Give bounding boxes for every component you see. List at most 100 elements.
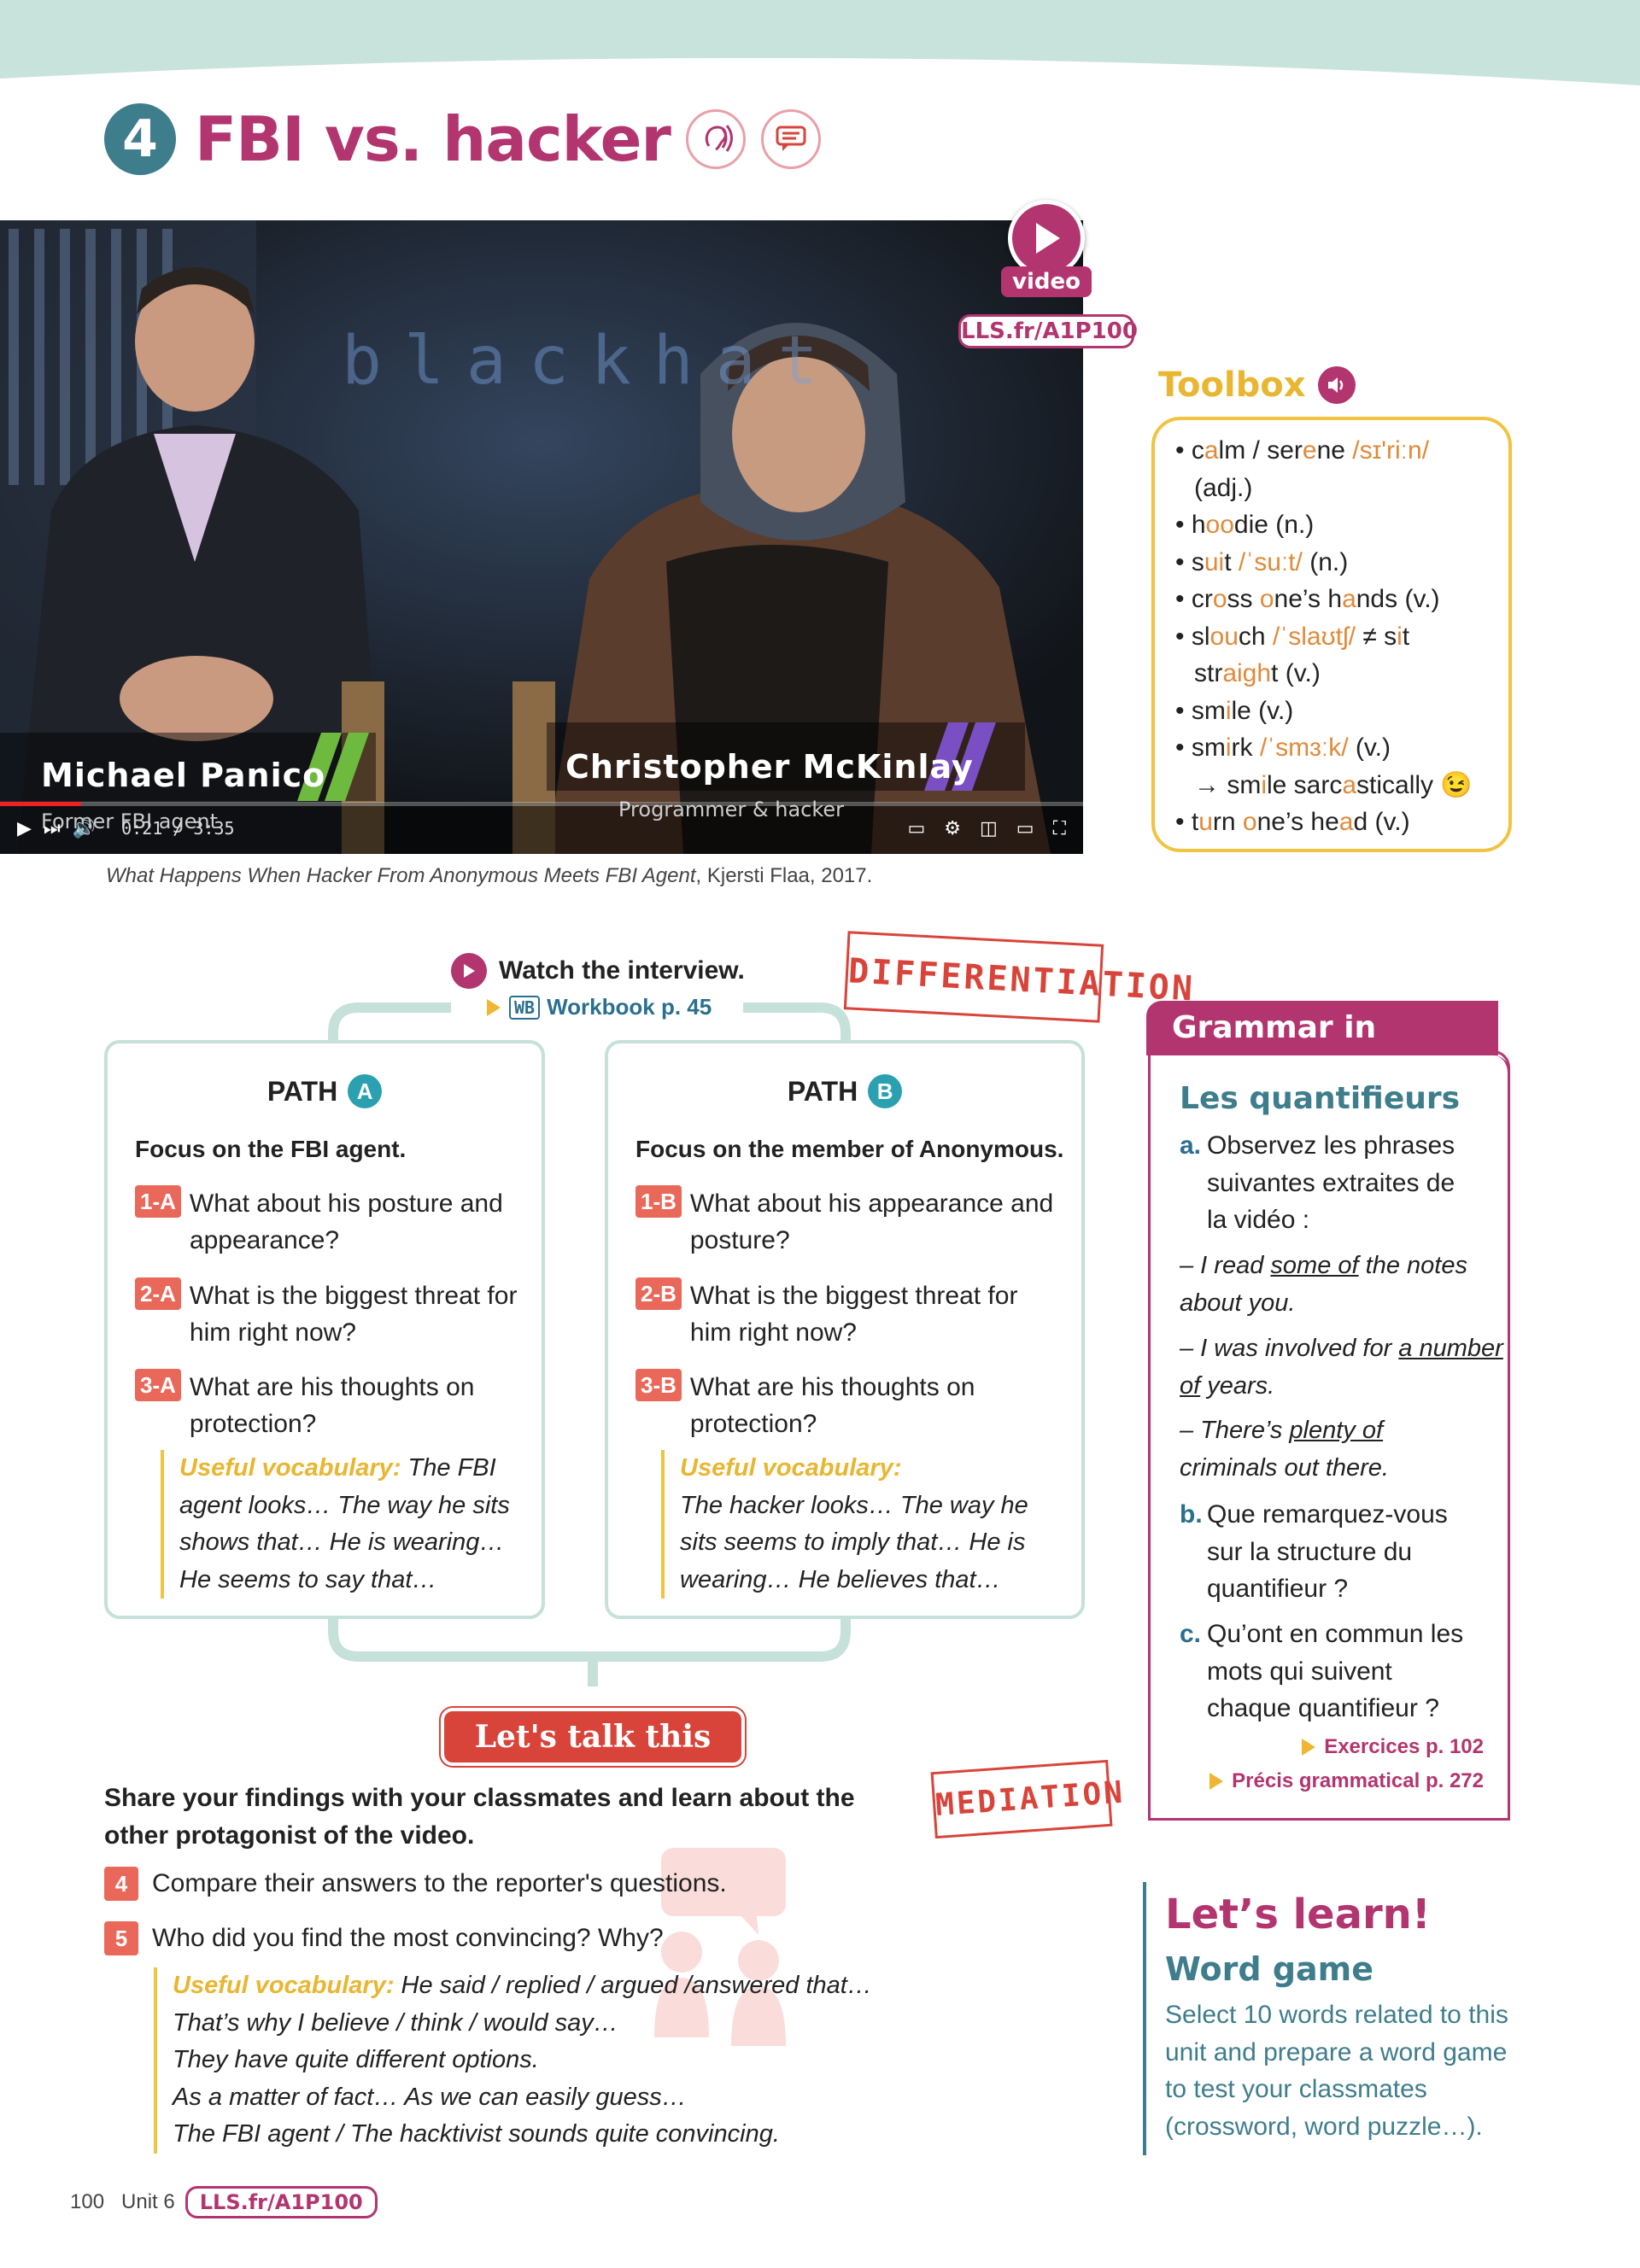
play-pause-icon[interactable]: ▶︎ <box>17 817 32 839</box>
section-header: 4 FBI vs. hacker <box>104 101 821 178</box>
volume-icon[interactable]: 🔊 <box>73 817 96 839</box>
path-a-header: PATH A <box>108 1074 542 1108</box>
grammar-title: Les quantifieurs <box>1180 1081 1461 1116</box>
skip-next-icon[interactable]: ⏭ <box>44 817 61 839</box>
section-number: 4 <box>104 103 176 175</box>
lets-learn-title: Let’s learn! <box>1165 1891 1519 1940</box>
vocab-line: The FBI agent / The hacktivist sounds qu… <box>173 2120 780 2148</box>
path-a-label: PATH <box>266 1075 338 1107</box>
question-text: What about his posture and appearance? <box>189 1190 503 1254</box>
word-game-text: Select 10 words related to this unit and… <box>1165 2001 1508 2141</box>
listening-icon <box>685 109 746 169</box>
item-text: Que remarquez-vous sur la structure du q… <box>1207 1500 1448 1603</box>
lets-talk-banner: Let's talk this out! <box>441 1708 745 1806</box>
toolbox-line: • turn one’s head (v.) <box>1175 808 1410 836</box>
video-controls: ▶︎ ⏭ 🔊 0:21 / 3:35 ▭ ⚙ ◫ ▭ ⛶ <box>0 803 1083 854</box>
example-text: – There’s <box>1180 1417 1290 1444</box>
captions-icon[interactable]: ▭ <box>907 817 925 839</box>
toolbox-line: • slouch /ˈslaʊtʃ/ ≠ sit <box>1175 622 1410 651</box>
unit-label: Unit 6 <box>121 2190 175 2213</box>
fullscreen-icon[interactable]: ⛶ <box>1053 817 1066 839</box>
video-play-badge[interactable]: video <box>1001 200 1092 299</box>
grammar-item-c: c. Qu’ont en commun les mots qui suivent… <box>1180 1616 1470 1727</box>
differentiation-stamp: DIFFERENTIATION <box>843 931 1196 1023</box>
path-b-card: PATH B Focus on the member of Anonymous.… <box>605 1040 1085 1619</box>
theater-icon[interactable]: ▭ <box>1016 817 1034 839</box>
question-tag: 3-B <box>636 1369 682 1401</box>
item-text: Observez les phrases suivantes extraites… <box>1207 1131 1456 1234</box>
arrow-icon <box>1210 1773 1224 1790</box>
video-player[interactable]: blackhat Michael Panico Former FBI agent… <box>0 220 1083 854</box>
path-b-question: 2-B What is the biggest threat for him r… <box>636 1277 1037 1351</box>
vocab-label: Useful vocabulary: <box>179 1454 401 1482</box>
toolbox-line: • hoodie (n.) <box>1175 511 1315 539</box>
grammar-header: Grammar in progress <box>1146 1001 1498 1100</box>
path-a-vocabulary: Useful vocabulary: The FBI agent looks… … <box>161 1450 528 1599</box>
task-4: 4 Compare their answers to the reporter'… <box>104 1867 727 1901</box>
question-tag: 2-B <box>636 1277 682 1310</box>
grammar-reference-link[interactable]: Précis grammatical p. 272 <box>1210 1769 1484 1793</box>
question-tag: 1-B <box>636 1185 682 1218</box>
toolbox-line: • suit /ˈsuːt/ (n.) <box>1175 547 1349 576</box>
vocab-line: That’s why I believe / think / would say… <box>173 2008 618 2037</box>
miniplayer-icon[interactable]: ◫ <box>980 817 998 839</box>
path-a-letter: A <box>348 1074 383 1108</box>
item-letter: a. <box>1180 1131 1202 1160</box>
exercises-link[interactable]: Exercices p. 102 <box>1302 1735 1484 1759</box>
vocab-label: Useful vocabulary: <box>173 1972 395 1999</box>
word-game-title: Word game <box>1165 1950 1374 1988</box>
caption-title: What Happens When Hacker From Anonymous … <box>106 864 696 887</box>
play-icon[interactable] <box>1008 200 1085 277</box>
grammar-item-b: b. Que remarquez-vous sur la structure d… <box>1180 1496 1470 1608</box>
question-tag: 3-A <box>135 1369 181 1401</box>
question-text: What about his appearance and posture? <box>689 1190 1054 1254</box>
path-a-card: PATH A Focus on the FBI agent. 1-A What … <box>104 1040 545 1619</box>
toolbox-line: • cross one’s hands (v.) <box>1175 585 1440 613</box>
task-number: 4 <box>104 1867 138 1901</box>
talk-vocabulary: Useful vocabulary: He said / replied / a… <box>154 1967 872 2154</box>
path-a-question: 2-A What is the biggest threat for him r… <box>135 1277 528 1351</box>
example-quantifier: plenty of <box>1289 1417 1384 1444</box>
example-text: years. <box>1200 1371 1275 1400</box>
speaker-name-1: Michael Panico <box>41 757 326 794</box>
toolbox-header: Toolbox <box>1158 365 1356 405</box>
path-b-vocabulary: Useful vocabulary: The hacker looks… The … <box>661 1450 1054 1599</box>
speaker-icon[interactable] <box>1317 366 1356 404</box>
share-instruction: Share your findings with your classmates… <box>104 1784 855 1850</box>
page-number: 100 <box>70 2190 105 2213</box>
watch-instruction: Watch the interview. <box>451 953 745 989</box>
watch-label: Watch the interview. <box>499 956 745 985</box>
lets-learn-box: Let’s learn! Word game Select 10 words r… <box>1143 1882 1519 2155</box>
video-time: 0:21 / 3:35 <box>121 818 235 839</box>
example-text: – I read <box>1180 1252 1271 1279</box>
task-text: Compare their answers to the reporter's … <box>152 1869 727 1897</box>
path-a-question: 3-A What are his thoughts on protection? <box>135 1369 511 1442</box>
video-link[interactable]: LLS.fr/A1P100 <box>958 314 1138 348</box>
question-text: What are his thoughts on protection? <box>689 1373 975 1438</box>
item-letter: b. <box>1180 1500 1203 1529</box>
vocab-label: Useful vocabulary: <box>680 1454 902 1482</box>
path-a-focus: Focus on the FBI agent. <box>135 1136 407 1162</box>
toolbox-line: → smile sarcastically 😉 <box>1194 770 1473 799</box>
arrow-icon <box>1302 1739 1316 1756</box>
top-decorative-band <box>0 0 1640 85</box>
path-b-header: PATH B <box>608 1074 1081 1108</box>
path-b-label: PATH <box>787 1075 858 1107</box>
example-quantifier: some of <box>1270 1252 1359 1279</box>
footer-link[interactable]: LLS.fr/A1P100 <box>184 2186 378 2218</box>
grammar-example-1: – I read some of the notes about you. <box>1180 1248 1504 1322</box>
play-icon[interactable] <box>451 953 487 989</box>
task-number: 5 <box>104 1921 138 1955</box>
item-text: Qu’ont en commun les mots qui suivent ch… <box>1207 1620 1464 1722</box>
task-text: Who did you find the most convincing? Wh… <box>152 1924 664 1952</box>
video-caption: What Happens When Hacker From Anonymous … <box>106 864 872 888</box>
settings-icon[interactable]: ⚙ <box>944 817 961 839</box>
page-footer: 100 Unit 6 LLS.fr/A1P100 <box>70 2186 378 2218</box>
grammar-box: Les quantifieurs a. Observez les phrases… <box>1148 1050 1510 1821</box>
question-tag: 1-A <box>135 1185 181 1218</box>
grammar-reference-label: Précis grammatical p. 272 <box>1232 1769 1484 1792</box>
toolbox-line: • smile (v.) <box>1175 696 1294 725</box>
toolbox-list: • calm / serene /sɪ'riːn/ (adj.) • hoodie … <box>1151 417 1512 852</box>
mediation-stamp: MEDIATION <box>930 1759 1126 1839</box>
task-5: 5 Who did you find the most convincing? … <box>104 1921 664 1955</box>
